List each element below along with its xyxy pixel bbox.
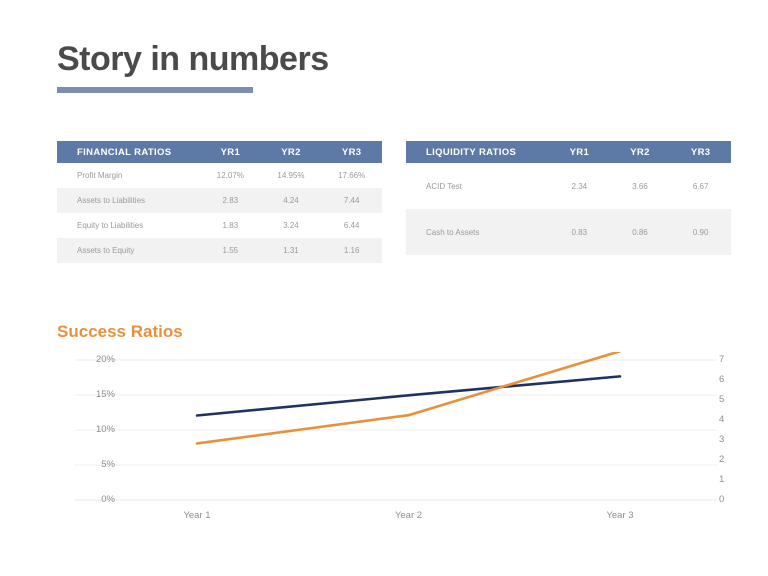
cell-yr2: 4.24 [260, 188, 322, 213]
row-label: Equity to Liabilities [57, 213, 200, 238]
right-axis-tick: 4 [719, 414, 725, 425]
title-block: Story in numbers [57, 40, 329, 93]
cell-yr1: 12.07% [200, 163, 261, 188]
right-axis-tick: 1 [719, 474, 725, 485]
cell-yr2: 3.24 [260, 213, 322, 238]
column-header-yr1: YR1 [200, 141, 261, 163]
liquidity-ratios-table: LIQUIDITY RATIOS YR1 YR2 YR3 ACID Test 2… [406, 141, 731, 255]
left-axis-tick: 20% [95, 354, 115, 365]
x-axis-tick: Year 1 [183, 510, 211, 521]
column-header-financial-ratios: FINANCIAL RATIOS [57, 141, 200, 163]
cell-yr2: 0.86 [609, 209, 671, 255]
column-header-yr3: YR3 [670, 141, 731, 163]
row-label: Assets to Equity [57, 238, 200, 263]
cell-yr1: 1.83 [200, 213, 261, 238]
right-axis-tick: 2 [719, 454, 725, 465]
column-header-yr2: YR2 [260, 141, 322, 163]
slide-canvas: Story in numbers FINANCIAL RATIOS YR1 YR… [0, 0, 768, 576]
row-label: ACID Test [406, 163, 549, 209]
left-axis-tick: 0% [101, 494, 115, 505]
cell-yr3: 1.16 [321, 238, 382, 263]
row-label: Profit Margin [57, 163, 200, 188]
table-header-row: LIQUIDITY RATIOS YR1 YR2 YR3 [406, 141, 731, 163]
financial-ratios-table: FINANCIAL RATIOS YR1 YR2 YR3 Profit Marg… [57, 141, 382, 263]
column-header-yr1: YR1 [549, 141, 610, 163]
cell-yr3: 6.44 [321, 213, 382, 238]
chart-plot-svg [75, 352, 717, 501]
x-axis-tick: Year 3 [606, 510, 634, 521]
cell-yr2: 1.31 [260, 238, 322, 263]
success-ratios-chart: 20% 15% 10% 5% 0% 7 6 5 4 3 2 1 0 Year 1 Year 2 Year … [57, 352, 737, 532]
cell-yr3: 17.66% [321, 163, 382, 188]
cell-yr1: 2.83 [200, 188, 261, 213]
right-axis-tick: 3 [719, 434, 725, 445]
left-axis-tick: 10% [95, 424, 115, 435]
row-label: Assets to Liabilities [57, 188, 200, 213]
row-label: Cash to Assets [406, 209, 549, 255]
table-row: Assets to Equity 1.55 1.31 1.16 [57, 238, 382, 263]
left-axis-tick: 5% [101, 459, 115, 470]
chart-line-series-0 [195, 375, 622, 417]
cell-yr1: 2.34 [549, 163, 610, 209]
cell-yr2: 14.95% [260, 163, 322, 188]
page-title: Story in numbers [57, 40, 329, 78]
right-axis-tick: 0 [719, 494, 725, 505]
left-axis-tick: 15% [95, 389, 115, 400]
column-header-liquidity-ratios: LIQUIDITY RATIOS [406, 141, 549, 163]
cell-yr1: 1.55 [200, 238, 261, 263]
cell-yr2: 3.66 [609, 163, 671, 209]
table-row: ACID Test 2.34 3.66 6.67 [406, 163, 731, 209]
cell-yr3: 0.90 [670, 209, 731, 255]
table-header-row: FINANCIAL RATIOS YR1 YR2 YR3 [57, 141, 382, 163]
table-row: Equity to Liabilities 1.83 3.24 6.44 [57, 213, 382, 238]
chart-gridlines [75, 359, 717, 501]
column-header-yr3: YR3 [321, 141, 382, 163]
right-axis-tick: 7 [719, 354, 725, 365]
column-header-yr2: YR2 [609, 141, 671, 163]
x-axis-tick: Year 2 [394, 510, 423, 521]
cell-yr3: 7.44 [321, 188, 382, 213]
table-row: Assets to Liabilities 2.83 4.24 7.44 [57, 188, 382, 213]
cell-yr3: 6.67 [670, 163, 731, 209]
table-row: Profit Margin 12.07% 14.95% 17.66% [57, 163, 382, 188]
title-underline-bar [57, 86, 253, 93]
cell-yr1: 0.83 [549, 209, 610, 255]
right-axis-tick: 5 [719, 394, 725, 405]
right-axis-tick: 6 [719, 374, 725, 385]
table-row: Cash to Assets 0.83 0.86 0.90 [406, 209, 731, 255]
chart-title: Success Ratios [57, 322, 183, 341]
